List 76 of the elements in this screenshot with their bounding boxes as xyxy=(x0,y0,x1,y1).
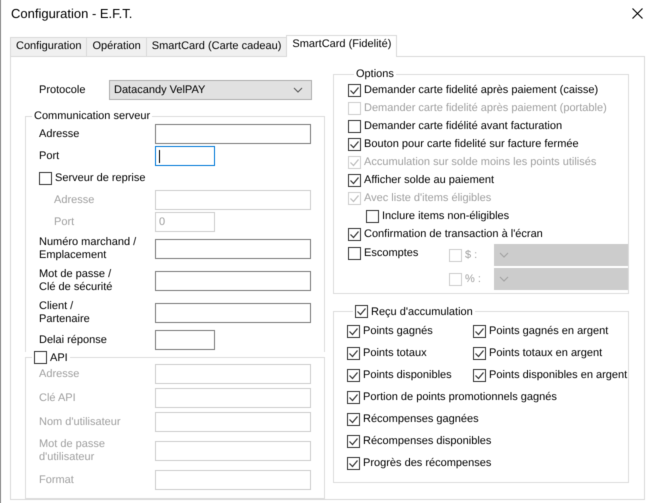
checkbox-label: Demander carte fidélité avant facturation xyxy=(364,120,562,132)
checkbox-label: Points totaux xyxy=(363,347,427,359)
field-label: Adresse xyxy=(39,368,80,380)
text-field[interactable] xyxy=(155,239,311,259)
close-icon[interactable] xyxy=(632,8,643,19)
text-field[interactable] xyxy=(155,124,311,144)
checkbox-label: Afficher solde au paiement xyxy=(364,174,494,186)
checkbox[interactable] xyxy=(347,412,360,426)
field-label: Adresse xyxy=(39,128,80,140)
chevron-icon xyxy=(499,276,509,282)
checkbox[interactable] xyxy=(347,390,360,404)
tab[interactable]: Opération xyxy=(86,37,147,56)
tab[interactable]: SmartCard (Fidelité) xyxy=(286,35,398,57)
checkbox[interactable] xyxy=(348,174,361,186)
checkbox-label: Confirmation de transaction à l'écran xyxy=(364,228,543,240)
checkbox-label: Points totaux en argent xyxy=(489,347,602,359)
field-label: Nom d'utilisateur xyxy=(39,416,122,428)
checkbox-label: Points gagnés en argent xyxy=(489,325,608,337)
checkbox-label: Progrès des récompenses xyxy=(363,457,492,469)
checkbox-label: $ : xyxy=(465,249,478,261)
text-field[interactable] xyxy=(155,330,215,350)
tab[interactable]: Configuration xyxy=(10,37,88,56)
field-label: Adresse xyxy=(54,194,96,206)
checkbox-label: Récompenses disponibles xyxy=(363,435,492,447)
checkbox[interactable] xyxy=(347,368,360,382)
chevron-icon xyxy=(293,87,303,93)
checkbox-label: Avec liste d'items éligibles xyxy=(364,192,492,204)
checkbox-label: Demander carte fidelité après paiement (portable) xyxy=(364,102,607,114)
checkbox[interactable] xyxy=(355,305,368,318)
text-field[interactable] xyxy=(155,303,311,323)
checkbox-label: Escomptes xyxy=(364,247,418,259)
field-label: Format xyxy=(39,474,75,486)
checkbox-label: Reçu d'accumulation xyxy=(371,306,473,318)
checkbox[interactable] xyxy=(348,120,361,132)
checkbox-label: Points disponibles en argent xyxy=(489,369,628,381)
checkbox[interactable] xyxy=(348,246,361,260)
window-title: Configuration - E.F.T. xyxy=(11,6,132,21)
field-label: Port xyxy=(39,150,60,162)
checkbox[interactable] xyxy=(347,434,360,448)
field-label: Client / Partenaire xyxy=(39,300,91,326)
checkbox[interactable] xyxy=(348,138,361,150)
checkbox[interactable] xyxy=(347,324,360,338)
group-title: Options xyxy=(355,68,395,80)
checkbox[interactable] xyxy=(473,368,486,382)
checkbox-label: Récompenses gagnées xyxy=(363,413,479,425)
field-label: Numéro marchand / Emplacement xyxy=(39,236,138,262)
checkbox-label: Serveur de reprise xyxy=(55,172,146,184)
checkbox[interactable] xyxy=(473,346,486,360)
tab[interactable]: SmartCard (Carte cadeau) xyxy=(146,37,288,56)
checkbox-label: Bouton pour carte fidelité sur facture fermée xyxy=(364,138,579,150)
checkbox[interactable] xyxy=(473,324,486,338)
field-label: Port xyxy=(54,216,76,228)
field-label: Clé API xyxy=(39,392,77,404)
checkbox-label: % : xyxy=(465,273,482,285)
checkbox[interactable] xyxy=(347,456,360,470)
checkbox[interactable] xyxy=(34,351,47,364)
text-field[interactable] xyxy=(155,146,215,166)
checkbox[interactable] xyxy=(348,228,361,240)
checkbox[interactable] xyxy=(348,84,361,96)
chevron-icon xyxy=(499,252,509,258)
checkbox-label: Points disponibles xyxy=(363,369,452,381)
dropdown[interactable]: Datacandy VelPAY xyxy=(109,80,312,100)
checkbox-label: Accumulation sur solde moins les points utilisés xyxy=(364,156,596,168)
field-label: Protocole xyxy=(39,84,86,96)
field-label: Mot de passe d'utilisateur xyxy=(39,438,106,464)
checkbox[interactable] xyxy=(347,346,360,360)
text-field[interactable] xyxy=(155,271,311,291)
checkbox-label: API xyxy=(50,352,68,364)
checkbox-label: Demander carte fidelité après paiement (caisse) xyxy=(364,84,598,96)
checkbox[interactable] xyxy=(39,172,52,184)
group-title: Communication serveur xyxy=(33,110,152,122)
checkbox-label: Inclure items non-éligibles xyxy=(382,210,510,222)
field-label: Mot de passe / Clé de sécurité xyxy=(39,268,114,294)
checkbox-label: Portion de points promotionnels gagnés xyxy=(363,391,557,403)
field-label: Delai réponse xyxy=(39,334,108,346)
checkbox-label: Points gagnés xyxy=(363,325,433,337)
